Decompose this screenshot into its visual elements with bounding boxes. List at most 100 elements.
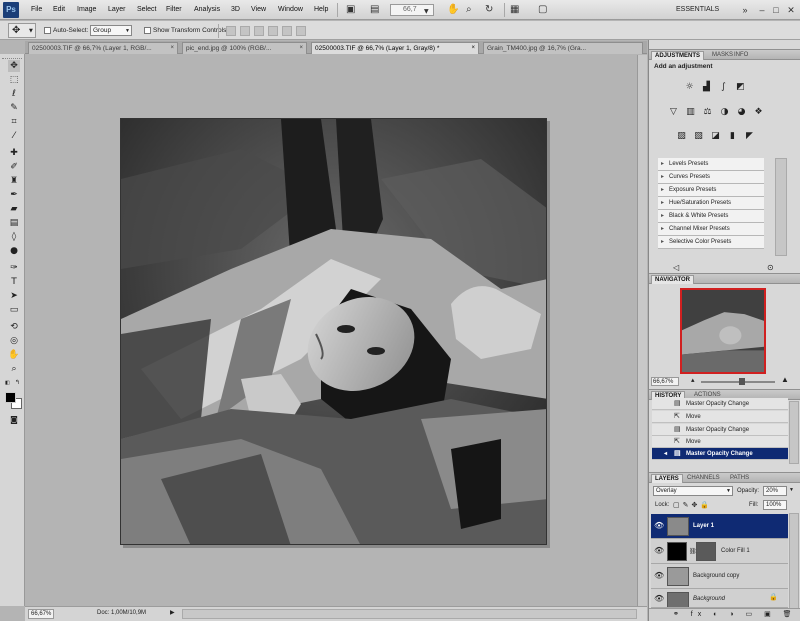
visibility-eye-icon[interactable]: 👁 — [654, 546, 664, 555]
preset-hue-saturation[interactable]: Hue/Saturation Presets — [658, 197, 764, 210]
lasso-tool-icon[interactable]: ℓ — [8, 88, 20, 100]
return-icon[interactable]: ◁ — [673, 263, 679, 272]
layer-row-layer-1[interactable]: 👁 Layer 1 — [651, 514, 788, 539]
zoom-tool-icon[interactable]: ⌕ — [8, 363, 20, 375]
layer-row-background-copy[interactable]: 👁 Background copy — [651, 564, 788, 589]
menu-image[interactable]: Image — [77, 6, 96, 13]
navigator-zoom-slider[interactable] — [701, 381, 775, 383]
navigator-preview[interactable] — [680, 288, 766, 374]
brush-tool-icon[interactable]: ✐ — [8, 161, 20, 173]
auto-select-dropdown[interactable]: Group ▼ — [90, 25, 132, 36]
clip-icon[interactable]: ⊙ — [767, 263, 774, 272]
marquee-tool-icon[interactable]: ⬚ — [8, 74, 20, 86]
hand-tool-icon[interactable]: ✋ — [8, 349, 20, 361]
clone-stamp-tool-icon[interactable]: ♜ — [8, 175, 20, 187]
history-scrollbar[interactable] — [789, 401, 799, 464]
document-image[interactable] — [120, 118, 547, 545]
eyedropper-tool-icon[interactable]: ⁄ — [8, 130, 20, 142]
menu-window[interactable]: Window — [278, 6, 303, 13]
chevron-down-icon[interactable]: ▼ — [789, 487, 794, 493]
canvas-scrollbar[interactable] — [637, 55, 647, 606]
levels-icon[interactable]: ▟ — [700, 81, 713, 94]
menu-help[interactable]: Help — [314, 6, 328, 13]
tab-document-4[interactable]: Grain_TM400.jpg @ 16,7% (Gra... — [483, 42, 643, 54]
fill-field[interactable]: 100% — [763, 500, 787, 510]
default-colors-icon[interactable]: ◧ — [5, 381, 11, 386]
move-tool-icon[interactable]: ✥ — [8, 60, 20, 72]
tab-document-2[interactable]: pic_end.jpg @ 100% (RGB/... × — [182, 42, 307, 54]
eraser-tool-icon[interactable]: ▰ — [8, 203, 20, 215]
preset-selective-color[interactable]: Selective Color Presets — [658, 236, 764, 249]
menu-file[interactable]: File — [31, 6, 42, 13]
history-item[interactable]: ⇱ Move — [652, 436, 788, 448]
tool-preset-picker[interactable]: ✥ ▼ — [8, 23, 36, 38]
swap-colors-icon[interactable]: ↰ — [15, 379, 20, 386]
tab-adjustments[interactable]: ADJUSTMENTS — [651, 51, 705, 60]
posterize-icon[interactable]: ▧ — [692, 130, 705, 143]
menu-edit[interactable]: Edit — [53, 6, 65, 13]
close-button[interactable]: ✕ — [785, 4, 797, 16]
selective-color-icon[interactable]: ◤ — [743, 130, 756, 143]
type-tool-icon[interactable]: T — [8, 276, 20, 288]
bridge-icon[interactable]: ▣ — [346, 4, 355, 16]
align-left-icon[interactable] — [268, 26, 278, 36]
align-middle-icon[interactable] — [240, 26, 250, 36]
tab-navigator[interactable]: NAVIGATOR — [651, 275, 695, 284]
preset-black-white[interactable]: Black & White Presets — [658, 210, 764, 223]
close-tab-icon[interactable]: × — [471, 45, 475, 51]
view-extras-icon[interactable]: ▤ — [370, 4, 379, 16]
align-center-icon[interactable] — [282, 26, 292, 36]
visibility-eye-icon[interactable]: 👁 — [654, 594, 664, 603]
photo-filter-icon[interactable]: ◕ — [735, 106, 748, 119]
navigator-slider-thumb[interactable] — [739, 378, 745, 385]
presets-scrollbar[interactable] — [775, 158, 787, 256]
show-transform-checkbox[interactable] — [144, 27, 151, 34]
history-item[interactable]: ⇱ Move — [652, 411, 788, 423]
zoom-in-icon[interactable]: ▲ — [781, 375, 789, 384]
align-right-icon[interactable] — [296, 26, 306, 36]
pen-tool-icon[interactable]: ✑ — [8, 262, 20, 274]
curves-icon[interactable]: ∫ — [717, 81, 730, 94]
history-item[interactable]: ▤ Master Opacity Change — [652, 424, 788, 436]
menu-layer[interactable]: Layer — [108, 6, 126, 13]
canvas-area[interactable] — [25, 55, 647, 606]
layer-row-background[interactable]: 👁 Background 🔒 — [651, 589, 788, 608]
invert-icon[interactable]: ▨ — [675, 130, 688, 143]
close-tab-icon[interactable]: × — [170, 45, 174, 51]
opacity-field[interactable]: 20% — [763, 486, 787, 496]
menu-select[interactable]: Select — [137, 6, 156, 13]
zoom-tool-icon[interactable]: ⌕ — [466, 4, 472, 16]
history-item[interactable]: ▤ Master Opacity Change — [652, 398, 788, 410]
layer-row-color-fill[interactable]: 👁 ⛓ Color Fill 1 — [651, 539, 788, 564]
history-item-current[interactable]: ◂ ▤ Master Opacity Change — [652, 448, 788, 460]
workspace-switcher[interactable]: ESSENTIALS — [676, 6, 719, 13]
healing-brush-tool-icon[interactable]: ✚ — [8, 147, 20, 159]
visibility-eye-icon[interactable]: 👁 — [654, 571, 664, 580]
close-tab-icon[interactable]: × — [299, 45, 303, 51]
tab-channels[interactable]: CHANNELS — [684, 474, 723, 483]
path-selection-tool-icon[interactable]: ➤ — [8, 290, 20, 302]
preset-levels[interactable]: Levels Presets — [658, 158, 764, 171]
zoom-out-icon[interactable]: ▴ — [691, 376, 695, 384]
tab-info[interactable]: INFO — [731, 51, 751, 60]
layers-scrollbar[interactable] — [789, 513, 799, 609]
exposure-icon[interactable]: ◩ — [734, 81, 747, 94]
menu-filter[interactable]: Filter — [166, 6, 182, 13]
gradient-map-icon[interactable]: ▮ — [726, 130, 739, 143]
tab-layers[interactable]: LAYERS — [651, 474, 683, 483]
blur-tool-icon[interactable]: ◊ — [8, 231, 20, 243]
channel-mixer-icon[interactable]: ❖ — [752, 106, 765, 119]
arrange-documents-icon[interactable]: ▦ — [510, 4, 519, 16]
horizontal-scrollbar[interactable] — [182, 609, 637, 619]
quick-mask-icon[interactable]: ◙ — [8, 414, 20, 426]
color-balance-icon[interactable]: ⚖ — [701, 106, 714, 119]
preset-exposure[interactable]: Exposure Presets — [658, 184, 764, 197]
maximize-button[interactable]: □ — [770, 4, 782, 16]
vibrance-icon[interactable]: ▽ — [667, 106, 680, 119]
hue-saturation-icon[interactable]: ▥ — [684, 106, 697, 119]
lock-icons[interactable]: ▢✎✥🔒 — [673, 501, 712, 509]
history-brush-tool-icon[interactable]: ✒ — [8, 189, 20, 201]
threshold-icon[interactable]: ◪ — [709, 130, 722, 143]
crop-tool-icon[interactable]: ⌗ — [8, 116, 20, 128]
status-zoom-field[interactable]: 66,67% — [28, 609, 54, 619]
